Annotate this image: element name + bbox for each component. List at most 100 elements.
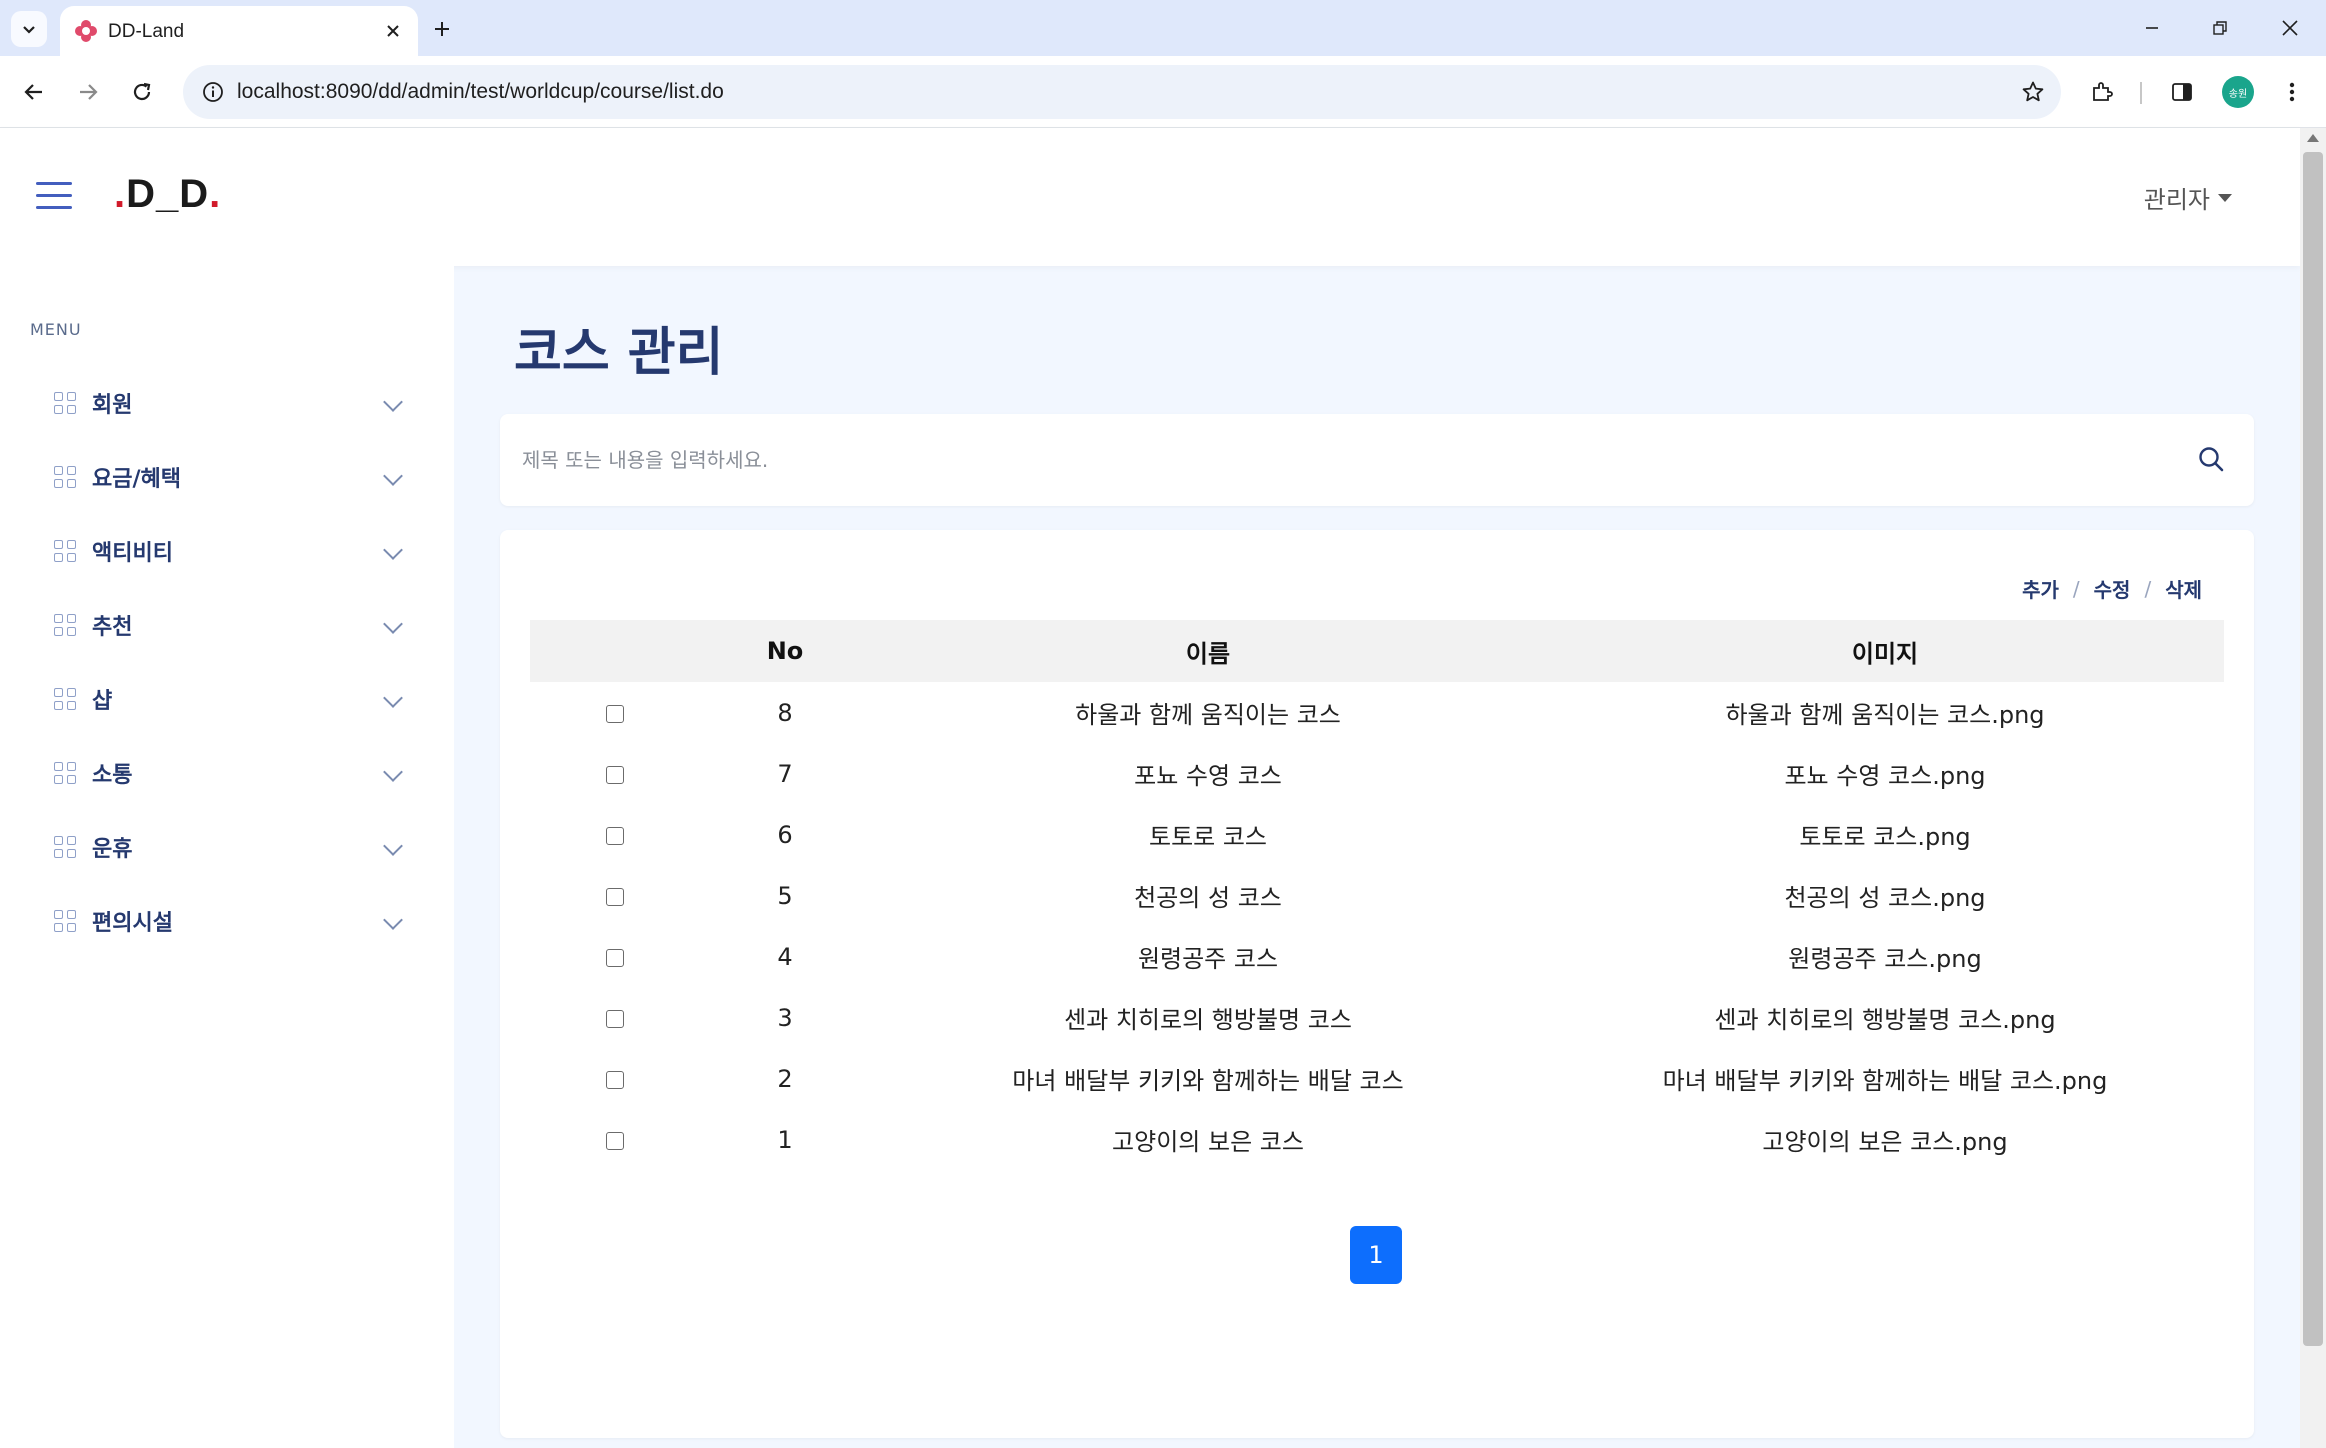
header-image: 이미지 [1851, 639, 1919, 668]
tab-search-button[interactable] [11, 11, 47, 47]
chevron-down-icon [383, 466, 403, 486]
reload-button[interactable] [120, 70, 164, 114]
sidebar-item-label: 추천 [92, 615, 133, 640]
row-checkbox[interactable] [606, 704, 624, 723]
sidebar-item-activity[interactable]: 액티비티 [30, 521, 410, 581]
edit-button[interactable]: 수정 [2094, 574, 2131, 603]
window-close-button[interactable] [2262, 8, 2318, 48]
sidebar-item-label: 요금/혜택 [92, 467, 181, 492]
page-title: 코스 관리 [514, 323, 724, 383]
close-icon [2282, 20, 2298, 36]
bookmark-button[interactable] [2015, 74, 2051, 110]
cell-name: 센과 치히로의 행방불명 코스 [1064, 1006, 1352, 1034]
address-bar[interactable]: localhost:8090/dd/admin/test/worldcup/co… [183, 65, 2061, 119]
cell-image: 천공의 성 코스.png [1784, 884, 1986, 912]
new-tab-button[interactable] [424, 11, 460, 47]
cell-no: 8 [777, 698, 793, 727]
grid-icon [54, 836, 76, 858]
toolbar-separator [2140, 82, 2142, 104]
cell-image: 하울과 함께 움직이는 코스.png [1725, 701, 2045, 729]
site-logo[interactable]: .D_D. [114, 172, 221, 217]
sidebar-item-pricing[interactable]: 요금/혜택 [30, 447, 410, 507]
table-row[interactable]: 5 천공의 성 코스 천공의 성 코스.png [530, 865, 2224, 926]
row-checkbox[interactable] [606, 887, 624, 906]
info-icon [203, 82, 223, 102]
table-row[interactable]: 2 마녀 배달부 키키와 함께하는 배달 코스 마녀 배달부 키키와 함께하는 … [530, 1048, 2224, 1109]
header-name: 이름 [1185, 639, 1231, 668]
cell-no: 4 [777, 942, 793, 971]
chevron-down-icon [383, 836, 403, 856]
cell-image: 원령공주 코스.png [1788, 945, 1982, 973]
cell-image: 고양이의 보은 코스.png [1762, 1128, 2008, 1156]
browser-tab[interactable]: DD-Land [60, 6, 418, 56]
back-button[interactable] [12, 70, 56, 114]
cell-image: 토토로 코스.png [1799, 823, 1971, 851]
profile-avatar[interactable]: 송원 [2222, 76, 2254, 108]
minimize-icon [2146, 27, 2158, 29]
search-input[interactable] [522, 440, 2162, 480]
grid-icon [54, 762, 76, 784]
user-menu-label: 관리자 [2143, 186, 2210, 214]
grid-icon [54, 910, 76, 932]
minimize-button[interactable] [2124, 8, 2180, 48]
row-checkbox[interactable] [606, 1070, 624, 1089]
grid-icon [54, 392, 76, 414]
row-checkbox[interactable] [606, 1131, 624, 1150]
action-separator: / [2072, 576, 2080, 601]
row-checkbox[interactable] [606, 826, 624, 845]
browser-toolbar: localhost:8090/dd/admin/test/worldcup/co… [0, 56, 2326, 128]
sidebar-item-label: 액티비티 [92, 541, 173, 566]
chevron-down-icon [23, 26, 35, 34]
cell-name: 포뇨 수영 코스 [1134, 762, 1282, 790]
browser-menu-button[interactable] [2272, 72, 2312, 112]
user-menu-dropdown[interactable]: 관리자 [2144, 180, 2232, 215]
sidebar-menu-title: MENU [30, 320, 82, 339]
sidebar-item-label: 편의시설 [92, 911, 173, 936]
sidebar-item-community[interactable]: 소통 [30, 743, 410, 803]
cell-no: 1 [777, 1125, 793, 1154]
brand-text: D_D [126, 172, 210, 216]
plus-icon [435, 22, 449, 36]
cell-no: 3 [777, 1003, 793, 1032]
table-card: 추가 / 수정 / 삭제 No 이름 이미지 8 하울과 함께 움직이는 코스 … [500, 530, 2254, 1438]
sidebar-item-label: 회원 [92, 393, 133, 418]
row-checkbox[interactable] [606, 948, 624, 967]
scroll-up-arrow-icon[interactable] [2307, 134, 2319, 142]
side-panel-icon [2172, 83, 2192, 101]
table-row[interactable]: 6 토토로 코스 토토로 코스.png [530, 804, 2224, 865]
extensions-button[interactable] [2082, 72, 2122, 112]
hamburger-menu-icon[interactable] [36, 182, 72, 212]
table-row[interactable]: 7 포뇨 수영 코스 포뇨 수영 코스.png [530, 743, 2224, 804]
sidebar-item-closure[interactable]: 운휴 [30, 817, 410, 877]
sidebar-item-member[interactable]: 회원 [30, 373, 410, 433]
cell-image: 포뇨 수영 코스.png [1784, 762, 1986, 790]
pagination-page-button[interactable]: 1 [1350, 1226, 1402, 1284]
cell-no: 6 [777, 820, 793, 849]
forward-button[interactable] [66, 70, 110, 114]
side-panel-button[interactable] [2162, 72, 2202, 112]
table-row[interactable]: 8 하울과 함께 움직이는 코스 하울과 함께 움직이는 코스.png [530, 682, 2224, 743]
tab-title: DD-Land [108, 21, 185, 42]
restore-button[interactable] [2192, 8, 2248, 48]
sidebar-item-facility[interactable]: 편의시설 [30, 891, 410, 951]
table-row[interactable]: 3 센과 치히로의 행방불명 코스 센과 치히로의 행방불명 코스.png [530, 987, 2224, 1048]
cell-name: 토토로 코스 [1148, 823, 1268, 851]
search-button[interactable] [2194, 442, 2228, 476]
add-button[interactable]: 추가 [2022, 574, 2059, 603]
scrollbar-thumb[interactable] [2303, 152, 2323, 1346]
delete-button[interactable]: 삭제 [2165, 574, 2202, 603]
sidebar: MENU 회원 요금/혜택 액티비티 추천 샵 소통 운휴 편의시설 [0, 266, 454, 1448]
cell-no: 2 [777, 1064, 793, 1093]
table-row[interactable]: 4 원령공주 코스 원령공주 코스.png [530, 926, 2224, 987]
page-scrollbar[interactable] [2300, 128, 2326, 1448]
row-checkbox[interactable] [606, 1009, 624, 1028]
arrow-left-icon [24, 84, 42, 100]
url-text: localhost:8090/dd/admin/test/worldcup/co… [237, 80, 724, 103]
sidebar-item-recommend[interactable]: 추천 [30, 595, 410, 655]
tab-close-button[interactable] [382, 20, 404, 42]
sidebar-item-shop[interactable]: 샵 [30, 669, 410, 729]
search-icon [2199, 447, 2224, 472]
site-info-button[interactable] [195, 74, 231, 110]
table-row[interactable]: 1 고양이의 보은 코스 고양이의 보은 코스.png [530, 1109, 2224, 1170]
row-checkbox[interactable] [606, 765, 624, 784]
